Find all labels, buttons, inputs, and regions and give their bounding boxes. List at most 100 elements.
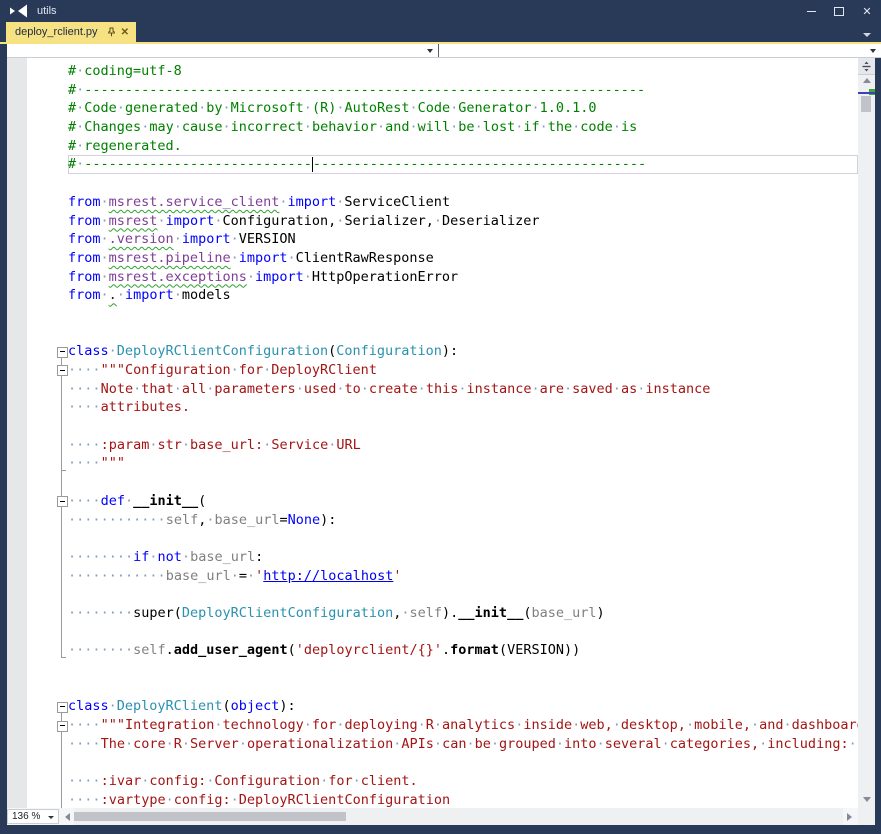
code-editor[interactable]: #·coding=utf-8#·------------------------… [56,58,858,808]
code-line[interactable]: class·DeployRClientConfiguration(Configu… [68,342,858,361]
code-line[interactable]: ····Note·that·all·parameters·used·to·cre… [68,380,858,399]
code-line[interactable]: #·regenerated. [68,137,858,156]
code-line[interactable]: ········super(DeployRClientConfiguration… [68,604,858,623]
code-line[interactable]: from·msrest·import·Configuration,·Serial… [68,212,858,231]
breakpoint-margin[interactable] [7,58,27,808]
whitespace-dot: · [613,381,621,397]
whitespace-dot: · [247,269,255,285]
code-token: ( [499,642,507,658]
whitespace-dot: · [247,568,255,584]
scrollbar-corner [858,808,875,825]
editor-splitter-handle[interactable] [858,58,875,75]
whitespace-dot: · [532,381,540,397]
code-line[interactable] [68,473,858,492]
window-border-left [0,58,7,808]
whitespace-dot: · [117,605,125,621]
code-line[interactable]: ····:vartype·config:·DeployRClientConfig… [68,791,858,808]
tab-close-icon[interactable]: ✕ [121,27,129,38]
code-line[interactable]: ····"""Integration·technology·for·deploy… [68,716,858,735]
vertical-scrollbar[interactable] [858,58,875,808]
tab-deploy-rclient[interactable]: deploy_rclient.py ✕ [6,22,136,42]
code-line[interactable]: #·--------------------------------------… [68,155,858,174]
document-list-chevron-icon[interactable] [863,33,871,37]
code-line[interactable]: #·Changes·may·cause·incorrect·behavior·a… [68,118,858,137]
whitespace-dot: · [556,736,564,752]
code-line[interactable]: ····:param·str·base_url:·Service·URL [68,436,858,455]
code-token: client. [361,773,418,789]
code-line[interactable]: ····:ivar·config:·Configuration·for·clie… [68,772,858,791]
close-button[interactable]: ✕ [853,0,881,22]
code-line[interactable] [68,529,858,548]
code-line[interactable]: ····""" [68,454,858,473]
code-line[interactable] [68,753,858,772]
whitespace-dot: · [166,736,174,752]
type-dropdown[interactable] [7,44,439,57]
code-token: can [442,736,466,752]
code-token: 1.0.1.0 [540,100,597,116]
code-line[interactable] [68,417,858,436]
whitespace-dot: · [231,250,239,266]
code-line[interactable]: from·msrest.pipeline·import·ClientRawRes… [68,249,858,268]
horizontal-scrollbar[interactable] [74,808,843,825]
code-line[interactable]: from·.·import·models [68,286,858,305]
code-token: is [621,119,637,135]
code-line[interactable] [68,660,858,679]
member-dropdown[interactable] [439,44,881,57]
code-line[interactable] [68,585,858,604]
code-line[interactable]: ············base_url·=·'http://localhost… [68,567,858,586]
horizontal-scroll-thumb[interactable] [74,812,346,821]
code-token: into [564,736,597,752]
code-line[interactable]: from·msrest.exceptions·import·HttpOperat… [68,268,858,287]
whitespace-dot: · [68,568,76,584]
zoom-level-dropdown[interactable]: 136 % [7,809,59,824]
scroll-left-icon[interactable] [65,813,70,821]
window-border-right [875,808,881,825]
whitespace-dot: · [149,568,157,584]
code-line[interactable] [68,305,858,324]
code-line[interactable]: ····The·core·R·Server·operationalization… [68,735,858,754]
pin-icon[interactable] [107,27,116,37]
code-line[interactable] [68,679,858,698]
whitespace-dot: · [182,437,190,453]
whitespace-dot: · [68,493,76,509]
vertical-scroll-thumb[interactable] [861,96,871,112]
navigation-bar [0,44,881,58]
code-line[interactable]: ····attributes. [68,398,858,417]
window-controls: ✕ [797,0,881,22]
code-line[interactable]: from·.version·import·VERSION [68,230,858,249]
code-line[interactable]: ········self.add_user_agent('deployrclie… [68,641,858,660]
code-line[interactable]: class·DeployRClient(object): [68,697,858,716]
code-line[interactable]: ····"""Configuration·for·DeployRClient [68,361,858,380]
code-line[interactable]: from·msrest.service_client·import·Servic… [68,193,858,212]
code-token: and [759,717,783,733]
code-line[interactable] [68,324,858,343]
whitespace-dot: · [564,381,572,397]
whitespace-dot: · [68,736,76,752]
scroll-right-icon[interactable] [847,813,852,821]
code-line[interactable]: ········if·not·base_url: [68,548,858,567]
code-token: (R) [312,100,336,116]
code-line[interactable]: #·Code·generated·by·Microsoft·(R)·AutoRe… [68,99,858,118]
whitespace-dot: · [182,549,190,565]
whitespace-dot: · [68,381,76,397]
minimize-icon [807,11,816,12]
caret-position-marker [858,92,875,94]
code-token: be [475,736,491,752]
visual-studio-logo-icon [9,4,29,18]
code-token: add_user_agent [174,642,288,658]
scroll-up-icon[interactable] [863,78,871,83]
scroll-down-icon[interactable] [863,797,871,802]
code-line[interactable]: #·coding=utf-8 [68,62,858,81]
whitespace-dot: · [109,512,117,528]
horizontal-scroll-row: 136 % [0,808,881,825]
code-line[interactable]: ····def·__init__( [68,492,858,511]
code-token: base_url [214,512,279,528]
code-line[interactable]: #·--------------------------------------… [68,81,858,100]
code-line[interactable] [68,623,858,642]
code-token: ( [222,698,230,714]
whitespace-dot: · [166,792,174,808]
code-line[interactable] [68,174,858,193]
code-line[interactable]: ············self,·base_url=None): [68,511,858,530]
minimize-button[interactable] [797,0,825,22]
maximize-button[interactable] [825,0,853,22]
